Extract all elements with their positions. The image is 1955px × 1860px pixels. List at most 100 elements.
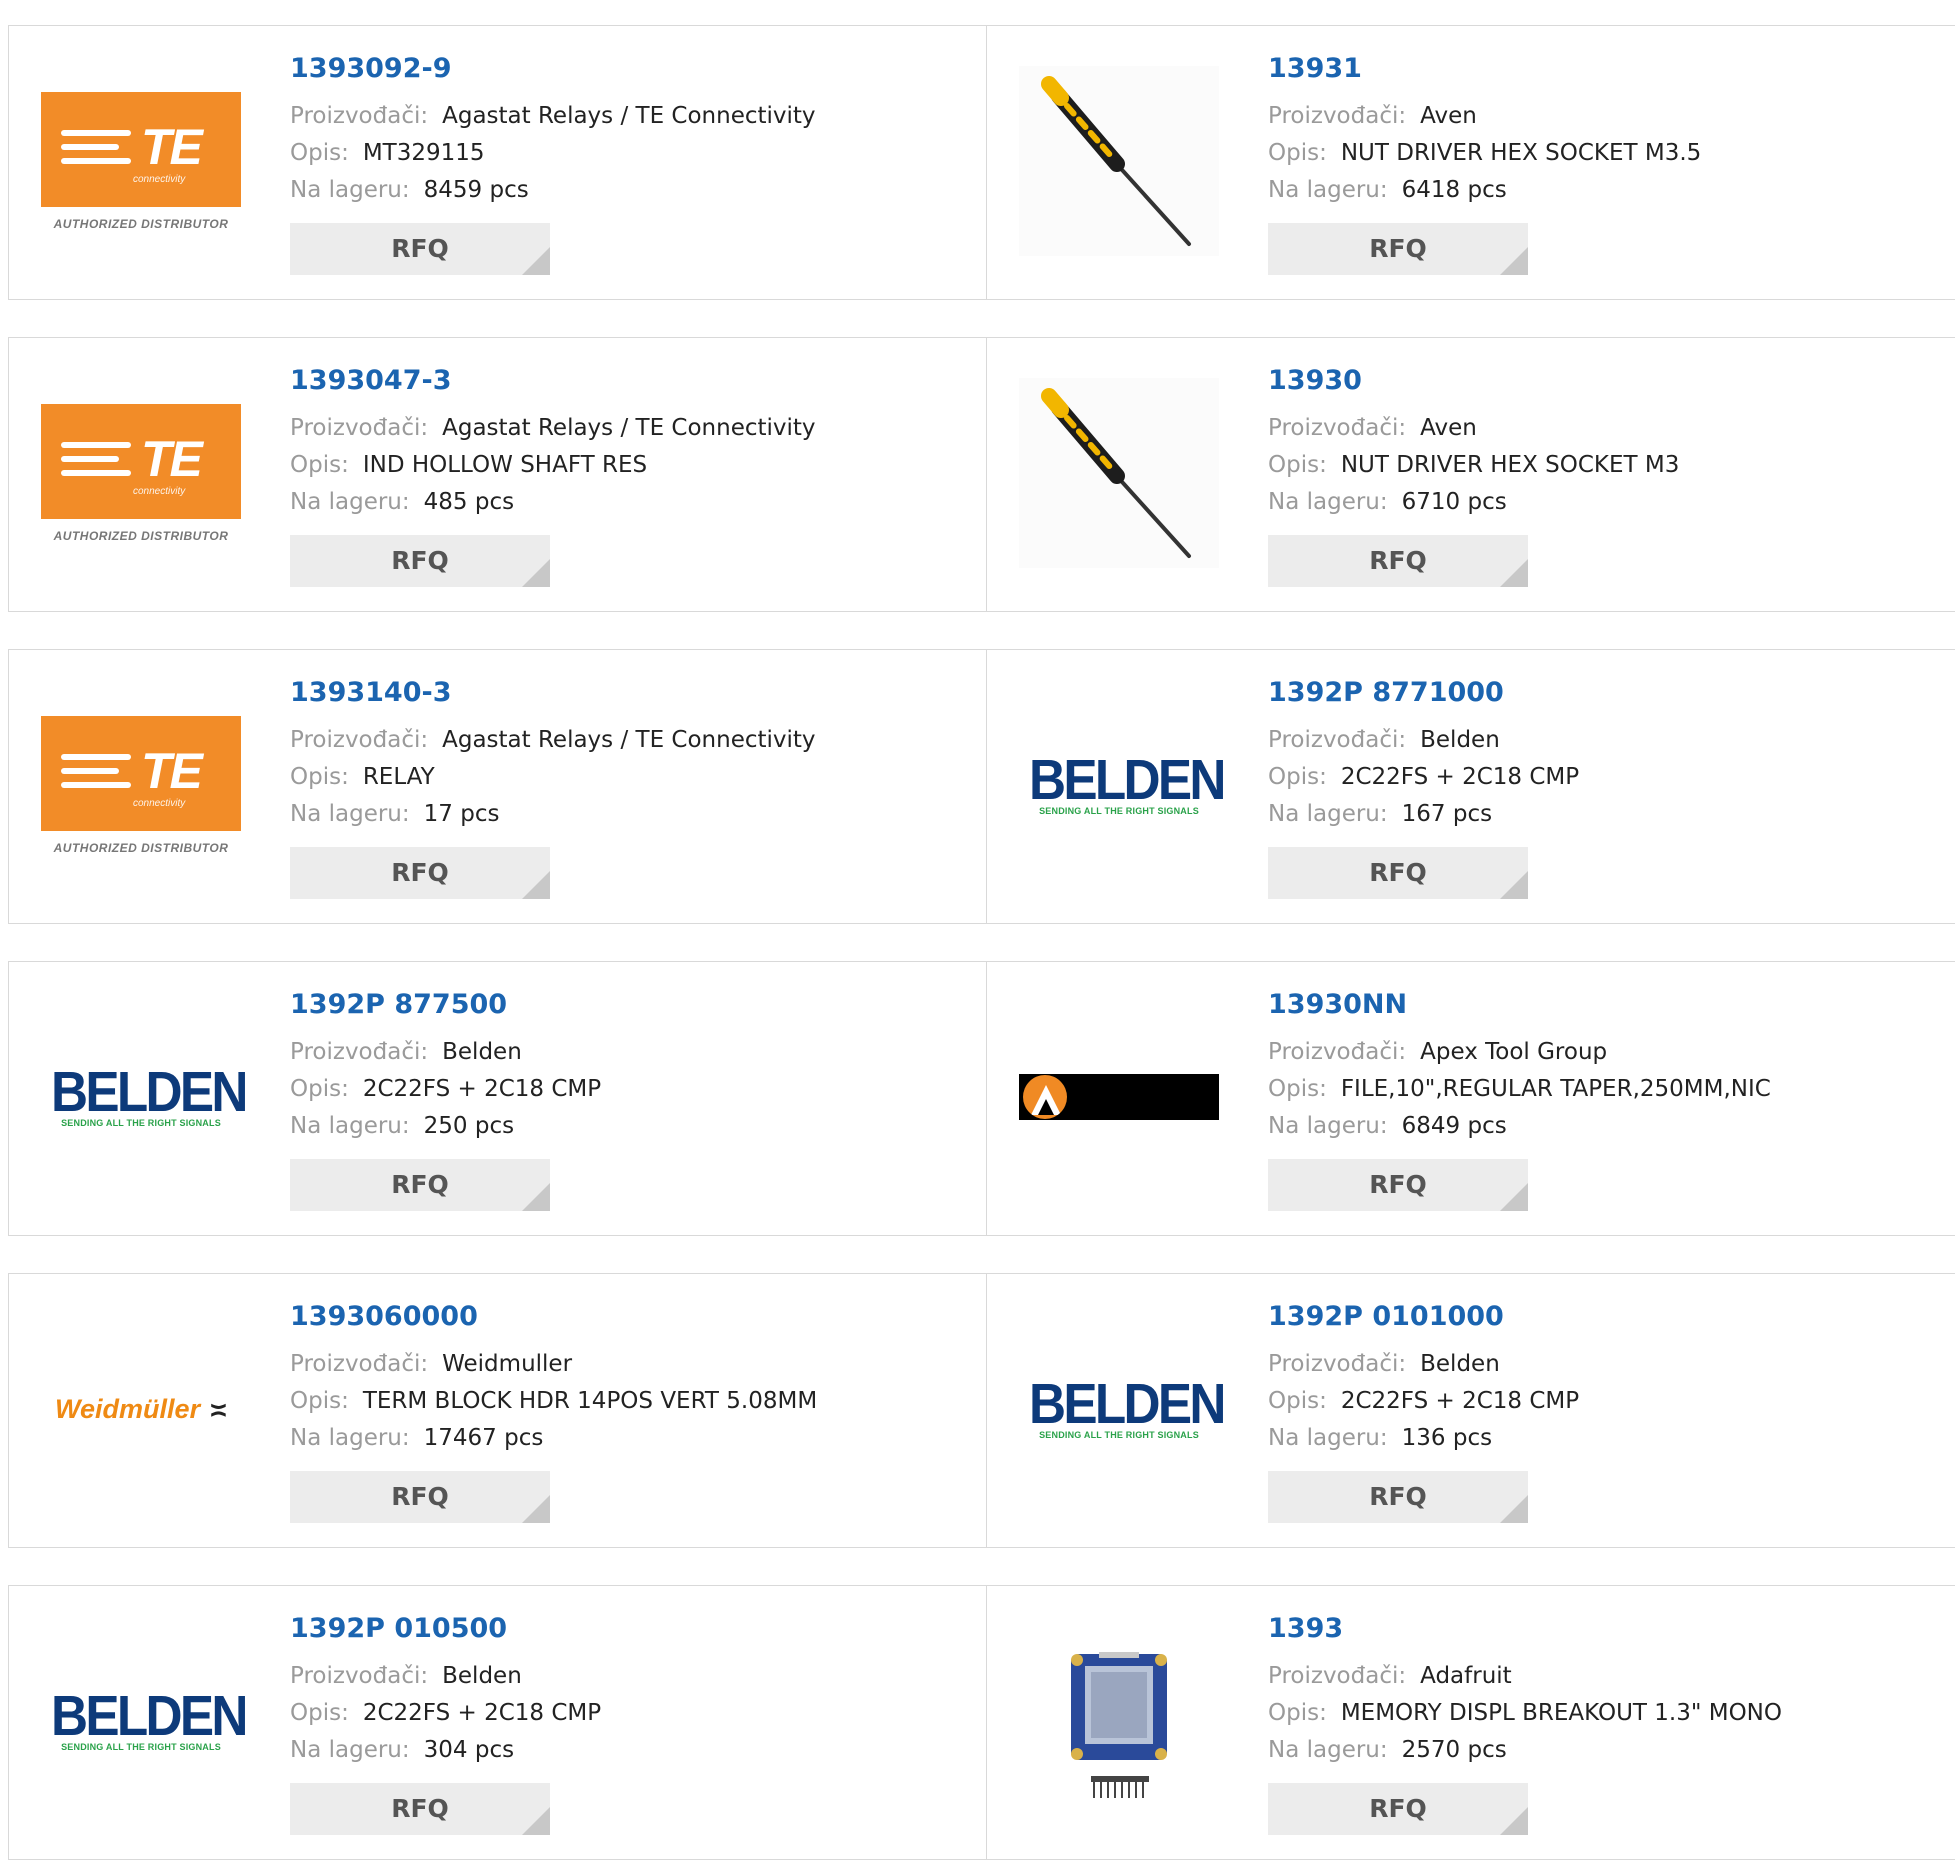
product-thumbnail[interactable]: BELDEN SENDING ALL THE RIGHT SIGNALS: [1019, 690, 1226, 880]
stock-value: 17 pcs: [423, 801, 500, 827]
te-connectivity-logo: TE connectivity AUTHORIZED DISTRIBUTOR: [41, 715, 241, 855]
stock-line: Na lageru: 136 pcs: [1268, 1420, 1955, 1457]
manufacturer-line: Proizvođači: Belden: [1268, 722, 1955, 759]
stock-value: 485 pcs: [423, 489, 515, 515]
manufacturer-value: Apex Tool Group: [1420, 1039, 1608, 1065]
rfq-button[interactable]: RFQ: [290, 1159, 550, 1211]
description-label: Opis:: [1268, 1700, 1327, 1726]
product-thumbnail[interactable]: BELDEN SENDING ALL THE RIGHT SIGNALS: [41, 1002, 248, 1192]
product-grid: TE connectivity AUTHORIZED DISTRIBUTOR 1…: [0, 0, 1955, 1860]
stock-line: Na lageru: 17467 pcs: [290, 1420, 967, 1457]
rfq-label: RFQ: [391, 546, 449, 575]
corner-triangle-icon: [522, 871, 550, 899]
product-thumbnail[interactable]: [1019, 66, 1219, 256]
product-info: 1392P 0101000 Proizvođači: Belden Opis: 2C…: [1268, 1300, 1955, 1523]
rfq-button[interactable]: RFQ: [1268, 535, 1528, 587]
product-thumbnail[interactable]: [1019, 378, 1219, 568]
part-number-link[interactable]: 13930NN: [1268, 988, 1955, 1022]
screwdriver-image: [1019, 378, 1219, 568]
part-number-link[interactable]: 13930: [1268, 364, 1955, 398]
corner-triangle-icon: [522, 1495, 550, 1523]
product-thumbnail[interactable]: Weidmüller ≍: [41, 1314, 241, 1504]
manufacturer-line: Proizvođači: Belden: [1268, 1346, 1955, 1383]
manufacturer-line: Proizvođači: Belden: [290, 1658, 967, 1695]
product-card: TE connectivity AUTHORIZED DISTRIBUTOR 1…: [8, 337, 988, 612]
description-line: Opis: NUT DRIVER HEX SOCKET M3.5: [1268, 135, 1955, 172]
part-number-link[interactable]: 1392P 0101000: [1268, 1300, 1955, 1334]
rfq-label: RFQ: [1369, 858, 1427, 887]
rfq-label: RFQ: [1369, 1794, 1427, 1823]
part-number-link[interactable]: 1392P 010500: [290, 1612, 967, 1646]
product-info: 1393060000 Proizvođači: Weidmuller Opis: T…: [290, 1300, 967, 1523]
description-line: Opis: 2C22FS + 2C18 CMP: [1268, 759, 1955, 796]
belden-logo: BELDEN SENDING ALL THE RIGHT SIGNALS: [51, 1684, 248, 1753]
product-info: 1392P 877500 Proizvođači: Belden Opis: 2C2…: [290, 988, 967, 1211]
stock-line: Na lageru: 6418 pcs: [1268, 172, 1955, 209]
rfq-button[interactable]: RFQ: [290, 1471, 550, 1523]
rfq-button[interactable]: RFQ: [290, 223, 550, 275]
description-label: Opis:: [290, 1388, 349, 1414]
corner-triangle-icon: [1500, 247, 1528, 275]
manufacturer-label: Proizvođači:: [1268, 1039, 1407, 1065]
weidmuller-logo: Weidmüller ≍: [55, 1392, 227, 1426]
product-thumbnail[interactable]: [1019, 1002, 1219, 1192]
part-number-link[interactable]: 1392P 8771000: [1268, 676, 1955, 710]
manufacturer-label: Proizvođači:: [290, 1039, 429, 1065]
product-thumbnail[interactable]: TE connectivity AUTHORIZED DISTRIBUTOR: [41, 690, 241, 880]
stock-value: 136 pcs: [1401, 1425, 1493, 1451]
rfq-button[interactable]: RFQ: [290, 1783, 550, 1835]
stock-label: Na lageru:: [1268, 1113, 1388, 1139]
stock-label: Na lageru:: [1268, 489, 1388, 515]
product-info: 13930NN Proizvođači: Apex Tool Group Opis…: [1268, 988, 1955, 1211]
rfq-button[interactable]: RFQ: [1268, 223, 1528, 275]
product-thumbnail[interactable]: BELDEN SENDING ALL THE RIGHT SIGNALS: [41, 1626, 248, 1816]
rfq-button[interactable]: RFQ: [1268, 1471, 1528, 1523]
stock-label: Na lageru:: [1268, 177, 1388, 203]
rfq-button[interactable]: RFQ: [1268, 847, 1528, 899]
stock-label: Na lageru:: [290, 1113, 410, 1139]
manufacturer-label: Proizvođači:: [290, 1351, 429, 1377]
description-label: Opis:: [290, 140, 349, 166]
part-number-link[interactable]: 1393: [1268, 1612, 1955, 1646]
stock-value: 304 pcs: [423, 1737, 515, 1763]
part-number-link[interactable]: 1392P 877500: [290, 988, 967, 1022]
product-card: Weidmüller ≍ 1393060000 Proizvođači: Weid…: [8, 1273, 988, 1548]
part-number-link[interactable]: 1393092-9: [290, 52, 967, 86]
product-row: Weidmüller ≍ 1393060000 Proizvođači: Weid…: [0, 1273, 1955, 1548]
product-thumbnail[interactable]: [1019, 1626, 1219, 1816]
stock-label: Na lageru:: [290, 177, 410, 203]
stock-label: Na lageru:: [290, 801, 410, 827]
product-thumbnail[interactable]: TE connectivity AUTHORIZED DISTRIBUTOR: [41, 66, 241, 256]
stock-value: 6710 pcs: [1401, 489, 1507, 515]
rfq-button[interactable]: RFQ: [1268, 1159, 1528, 1211]
rfq-button[interactable]: RFQ: [1268, 1783, 1528, 1835]
corner-triangle-icon: [522, 1807, 550, 1835]
stock-label: Na lageru:: [290, 489, 410, 515]
stock-line: Na lageru: 6849 pcs: [1268, 1108, 1955, 1145]
stock-line: Na lageru: 304 pcs: [290, 1732, 967, 1769]
product-card: BELDEN SENDING ALL THE RIGHT SIGNALS 139…: [8, 961, 988, 1236]
product-info: 1392P 010500 Proizvođači: Belden Opis: 2C2…: [290, 1612, 967, 1835]
part-number-link[interactable]: 1393047-3: [290, 364, 967, 398]
belden-logo: BELDEN SENDING ALL THE RIGHT SIGNALS: [1029, 1372, 1226, 1441]
description-line: Opis: 2C22FS + 2C18 CMP: [1268, 1383, 1955, 1420]
rfq-button[interactable]: RFQ: [290, 847, 550, 899]
product-info: 1393 Proizvođači: Adafruit Opis: MEMORY DI…: [1268, 1612, 1955, 1835]
part-number-link[interactable]: 13931: [1268, 52, 1955, 86]
display-board-image: [1071, 1652, 1167, 1798]
part-number-link[interactable]: 1393140-3: [290, 676, 967, 710]
product-card: TE connectivity AUTHORIZED DISTRIBUTOR 1…: [8, 649, 988, 924]
rfq-button[interactable]: RFQ: [290, 535, 550, 587]
manufacturer-line: Proizvođači: Belden: [290, 1034, 967, 1071]
corner-triangle-icon: [1500, 559, 1528, 587]
manufacturer-value: Agastat Relays / TE Connectivity: [442, 103, 816, 129]
manufacturer-label: Proizvođači:: [290, 415, 429, 441]
product-thumbnail[interactable]: TE connectivity AUTHORIZED DISTRIBUTOR: [41, 378, 241, 568]
product-thumbnail[interactable]: BELDEN SENDING ALL THE RIGHT SIGNALS: [1019, 1314, 1226, 1504]
product-card: BELDEN SENDING ALL THE RIGHT SIGNALS 139…: [8, 1585, 988, 1860]
stock-line: Na lageru: 2570 pcs: [1268, 1732, 1955, 1769]
manufacturer-value: Belden: [442, 1039, 522, 1065]
description-line: Opis: MT329115: [290, 135, 967, 172]
rfq-label: RFQ: [391, 1170, 449, 1199]
part-number-link[interactable]: 1393060000: [290, 1300, 967, 1334]
